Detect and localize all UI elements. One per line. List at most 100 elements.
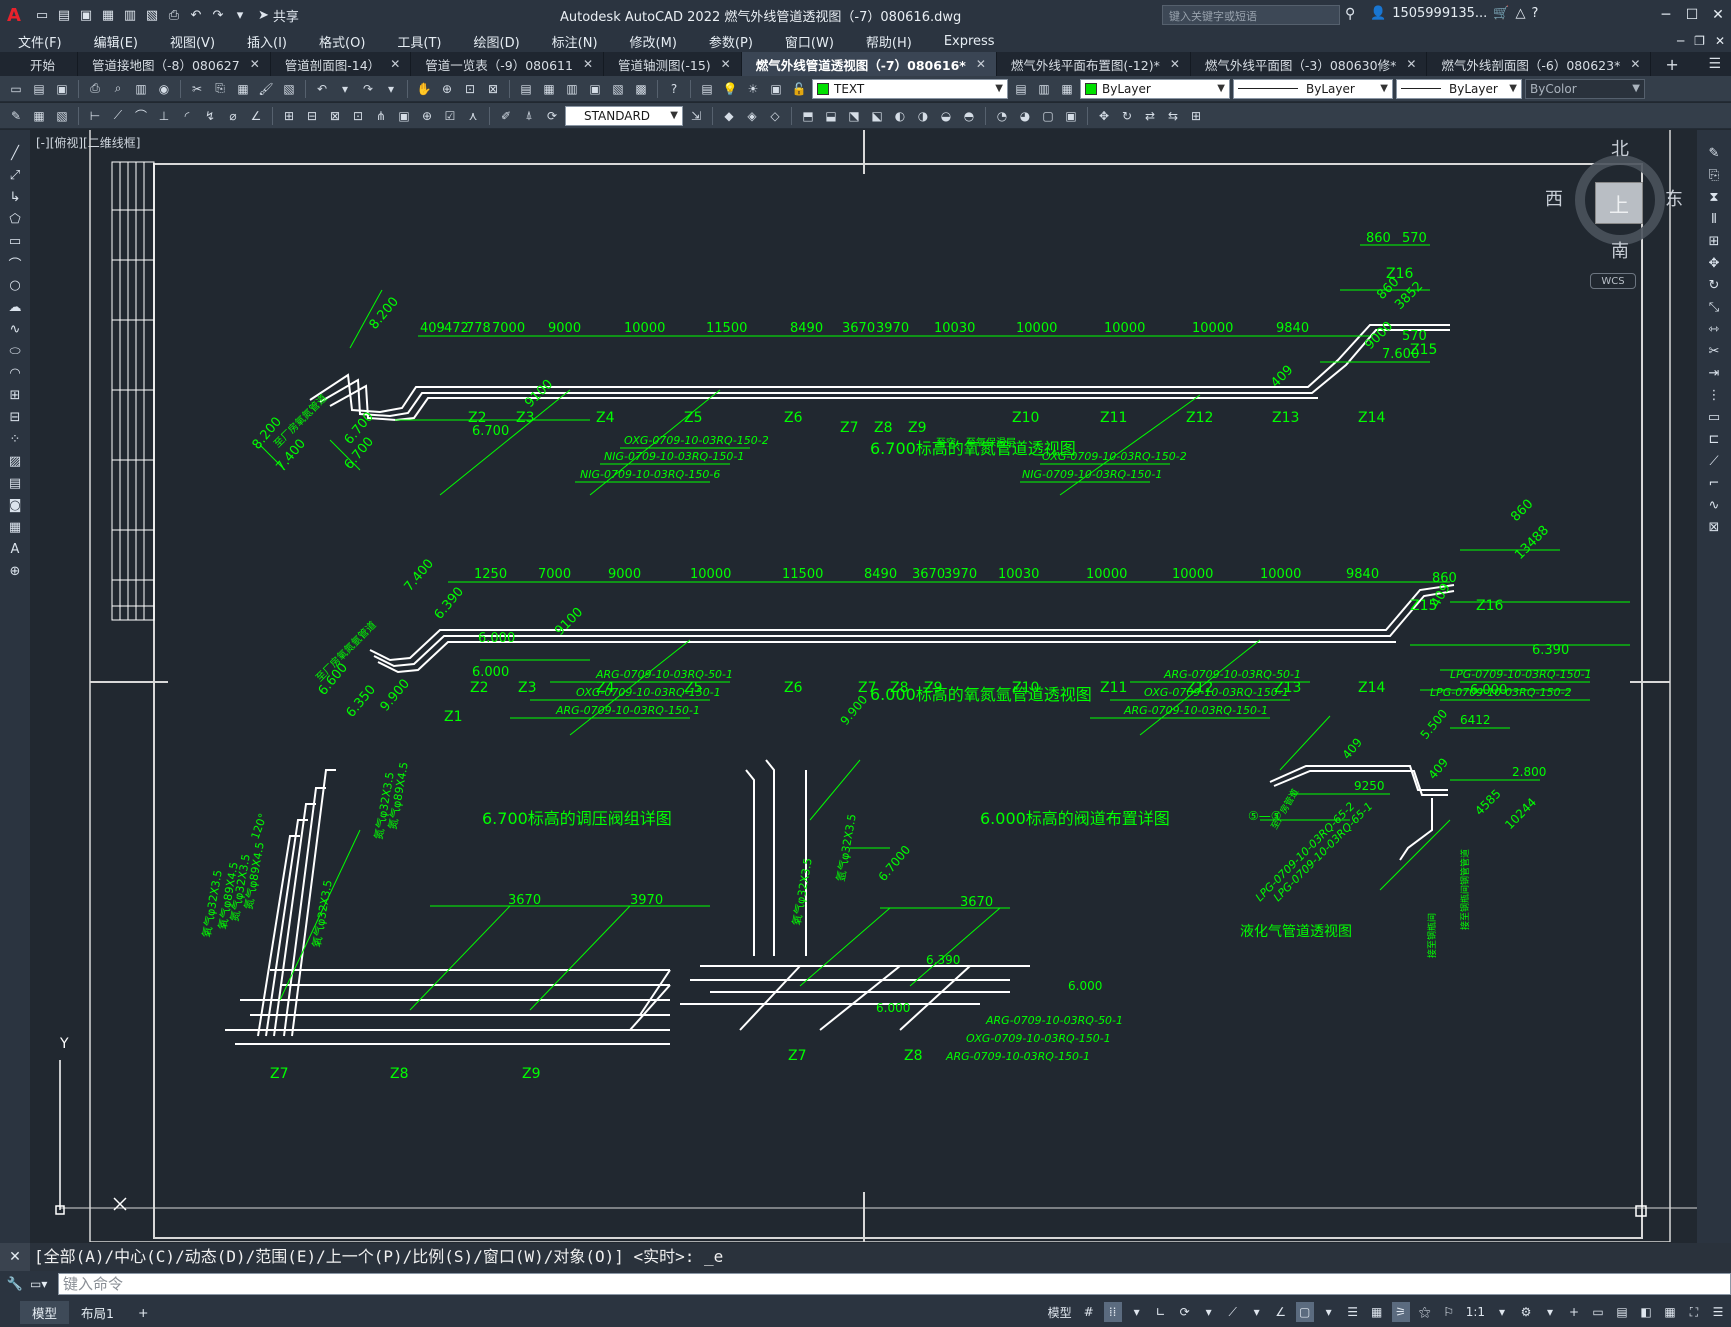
customize-icon[interactable]: 🔧 — [0, 1277, 30, 1292]
viewcube-west[interactable]: 西 — [1545, 185, 1563, 211]
wcs-menu[interactable]: WCS — [1590, 273, 1636, 289]
polyline-icon[interactable]: ↳ — [5, 188, 25, 207]
customization-icon[interactable]: ☰ — [1709, 1302, 1727, 1322]
point-icon[interactable]: ⁘ — [5, 430, 25, 449]
drawing-viewport[interactable]: [-][俯视][二维线框] 409 472 778 7000 9000 1000… — [30, 130, 1697, 1242]
copy-object-icon[interactable]: ⎘ — [1704, 166, 1724, 185]
autodesk-account-icon[interactable]: △ — [1515, 6, 1525, 21]
file-tab[interactable]: 燃气外线平面图（-3）080630修* ✕ — [1191, 52, 1428, 76]
scale-dropdown-icon[interactable]: ▾ — [1493, 1302, 1511, 1322]
menu-parametric[interactable]: 参数(P) — [691, 32, 767, 51]
snap-dropdown-icon[interactable]: ▾ — [1128, 1302, 1146, 1322]
polar-tracking-icon[interactable]: ⟳ — [1176, 1302, 1194, 1322]
ellipse-icon[interactable]: ⬭ — [5, 342, 25, 361]
file-tab[interactable]: 燃气外线剖面图（-6）080623* ✕ — [1427, 52, 1652, 76]
stretch-icon[interactable]: ⇿ — [1704, 320, 1724, 339]
line-icon[interactable]: ╱ — [5, 144, 25, 163]
menu-dimension[interactable]: 标注(N) — [534, 32, 612, 51]
tab-start[interactable]: 开始 — [0, 52, 79, 76]
autocad-logo-icon[interactable]: A — [0, 0, 28, 30]
osnap-dropdown-icon[interactable]: ▾ — [1320, 1302, 1338, 1322]
sheet-set-icon[interactable]: ▣ — [585, 79, 605, 99]
tab-close-icon[interactable]: ✕ — [1406, 57, 1416, 71]
help-icon[interactable]: ? — [1531, 6, 1538, 21]
3d-align-icon[interactable]: ⇄ — [1140, 106, 1160, 126]
3d-move-icon[interactable]: ✥ — [1094, 106, 1114, 126]
file-tab-active[interactable]: 燃气外线管道透视图（-7）080616* ✕ — [741, 52, 997, 76]
ordinate-icon[interactable]: ⊥ — [154, 106, 174, 126]
extrude-icon[interactable]: ⬒ — [798, 106, 818, 126]
dim-style-manager-icon[interactable]: ⇲ — [686, 106, 706, 126]
insert-block-icon[interactable]: ⊞ — [5, 386, 25, 405]
minimize-button[interactable]: ─ — [1653, 0, 1679, 30]
chamfer-icon[interactable]: ⟋ — [1704, 452, 1724, 471]
viewcube-north[interactable]: 北 — [1611, 135, 1629, 161]
color-dropdown[interactable]: ByLayer ▼ — [1080, 78, 1230, 99]
layer-dropdown[interactable]: TEXT ▼ — [812, 78, 1008, 99]
linear-dim-icon[interactable]: ⊢ — [85, 106, 105, 126]
save-web-icon[interactable]: ▧ — [142, 5, 162, 25]
gradient-icon[interactable]: ▤ — [5, 474, 25, 493]
inspect-icon[interactable]: ☑ — [440, 106, 460, 126]
recent-commands-icon[interactable]: ▭▾ — [30, 1277, 58, 1291]
quick-dimension-icon[interactable]: ✎ — [6, 106, 26, 126]
layer-on-icon[interactable]: 💡 — [720, 79, 740, 99]
maximize-button[interactable]: ☐ — [1679, 0, 1705, 30]
units-icon[interactable]: ▭ — [1589, 1302, 1607, 1322]
menu-file[interactable]: 文件(F) — [0, 32, 76, 51]
blend-curves-icon[interactable]: ∿ — [1704, 496, 1724, 515]
quick-dim-icon[interactable]: ⊞ — [279, 106, 299, 126]
zoom-previous-icon[interactable]: ⊠ — [483, 79, 503, 99]
separate-icon[interactable]: ▣ — [1061, 106, 1081, 126]
publish-icon[interactable]: ▥ — [131, 79, 151, 99]
block-editor-icon[interactable]: ▧ — [279, 79, 299, 99]
command-input[interactable] — [58, 1273, 1731, 1295]
menu-view[interactable]: 视图(V) — [152, 32, 229, 51]
arc-length-icon[interactable]: ⌒ — [131, 106, 151, 126]
tab-layout1[interactable]: 布局1 — [69, 1301, 126, 1324]
match-properties-icon[interactable]: 🖌 — [256, 79, 276, 99]
pan-icon[interactable]: ✋ — [414, 79, 434, 99]
shell-icon[interactable]: ▢ — [1038, 106, 1058, 126]
menu-draw[interactable]: 绘图(D) — [456, 32, 534, 51]
annotation-scale-value[interactable]: 1:1 — [1464, 1302, 1487, 1322]
object-snap-tracking-icon[interactable]: ∠ — [1272, 1302, 1290, 1322]
model-space-button[interactable]: 模型 — [1046, 1302, 1074, 1322]
tab-model[interactable]: 模型 — [20, 1300, 70, 1324]
markup-icon[interactable]: ▧ — [608, 79, 628, 99]
move-icon[interactable]: ✥ — [1704, 254, 1724, 273]
doc-minimize-button[interactable]: ─ — [1677, 34, 1684, 48]
new-icon[interactable]: ▭ — [6, 79, 26, 99]
menu-help[interactable]: 帮助(H) — [848, 32, 926, 51]
continue-dim-icon[interactable]: ⊠ — [325, 106, 345, 126]
lineweight-icon[interactable]: ☰ — [1344, 1302, 1362, 1322]
spline-icon[interactable]: ∿ — [5, 320, 25, 339]
linetype-dropdown[interactable]: ByLayer ▼ — [1233, 78, 1393, 99]
search-input[interactable]: 键入关键字或短语 — [1162, 5, 1340, 25]
lineweight-dropdown[interactable]: ByLayer ▼ — [1396, 78, 1522, 99]
make-current-layer-icon[interactable]: ▤ — [1011, 79, 1031, 99]
quick-properties-icon[interactable]: ▤ — [1613, 1302, 1631, 1322]
save-icon[interactable]: ▣ — [76, 5, 96, 25]
save-icon[interactable]: ▣ — [52, 79, 72, 99]
array-icon[interactable]: ⊞ — [1704, 232, 1724, 251]
make-block-icon[interactable]: ⊟ — [5, 408, 25, 427]
share-button[interactable]: ➤ 共享 — [258, 6, 299, 25]
solid-union-icon[interactable]: ◈ — [742, 106, 762, 126]
table-icon[interactable]: ▦ — [5, 518, 25, 537]
undo-dropdown-icon[interactable]: ▾ — [335, 79, 355, 99]
grid-icon[interactable]: # — [1080, 1302, 1098, 1322]
tab-close-icon[interactable]: ✕ — [976, 57, 986, 71]
circle-icon[interactable]: ○ — [5, 276, 25, 295]
clean-screen-icon[interactable]: ⛶ — [1685, 1302, 1703, 1322]
redo-dropdown-icon[interactable]: ▾ — [381, 79, 401, 99]
file-tab[interactable]: 管道一览表（-9）080611 ✕ — [411, 52, 604, 76]
rotate-icon[interactable]: ↻ — [1704, 276, 1724, 295]
dim-edit-icon[interactable]: ▧ — [52, 106, 72, 126]
3d-rotate-icon[interactable]: ↻ — [1117, 106, 1137, 126]
add-selected-icon[interactable]: ⊕ — [5, 562, 25, 581]
menu-window[interactable]: 窗口(W) — [767, 32, 848, 51]
region-icon[interactable]: ◙ — [5, 496, 25, 515]
redo-icon[interactable]: ↷ — [358, 79, 378, 99]
menu-express[interactable]: Express — [926, 34, 1009, 49]
